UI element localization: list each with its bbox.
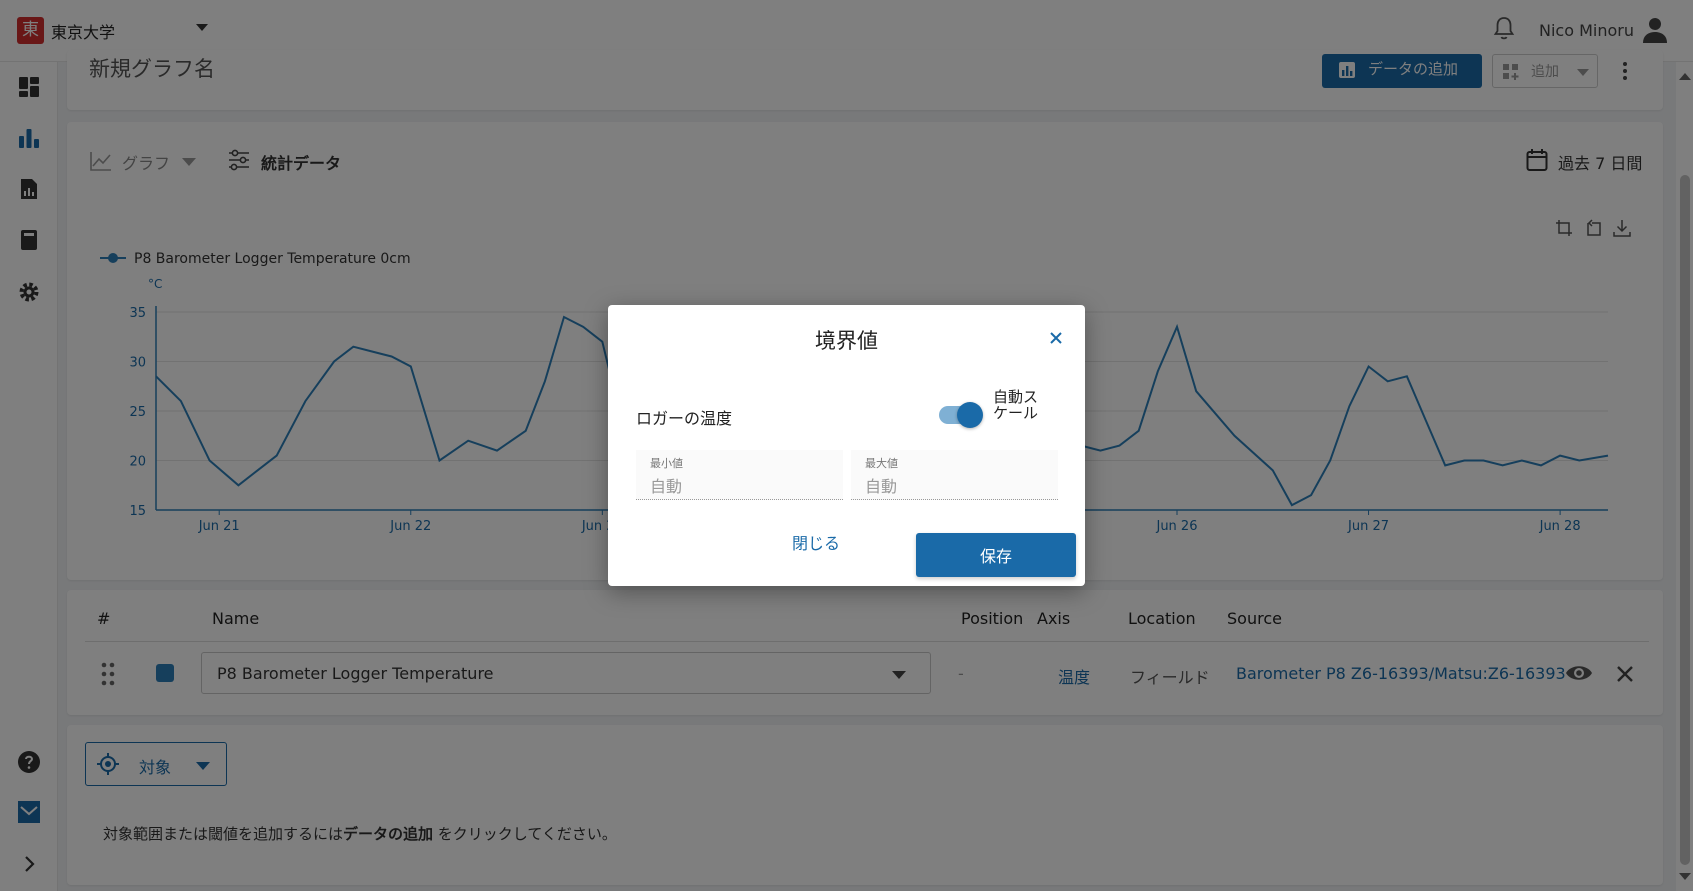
toggle-knob bbox=[957, 402, 983, 428]
min-value-label: 最小値 bbox=[650, 457, 683, 470]
max-value-input[interactable]: 自動 bbox=[865, 473, 897, 497]
auto-scale-label: 自動スケール bbox=[993, 388, 1039, 422]
max-value-field[interactable]: 最大値 自動 bbox=[851, 450, 1058, 500]
min-value-field[interactable]: 最小値 自動 bbox=[636, 450, 843, 500]
min-value-input[interactable]: 自動 bbox=[650, 473, 682, 497]
max-value-label: 最大値 bbox=[865, 457, 898, 470]
close-icon[interactable] bbox=[1048, 330, 1064, 346]
dialog-close-button[interactable]: 閉じる bbox=[766, 525, 866, 559]
auto-scale-toggle[interactable] bbox=[939, 402, 983, 428]
save-button[interactable]: 保存 bbox=[916, 533, 1076, 577]
dialog-title: 境界値 bbox=[815, 329, 878, 353]
bounds-dialog: 境界値 ロガーの温度 自動スケール 最小値 自動 最大値 自動 閉じる 保存 bbox=[608, 305, 1085, 586]
logger-temperature-label: ロガーの温度 bbox=[636, 409, 733, 428]
